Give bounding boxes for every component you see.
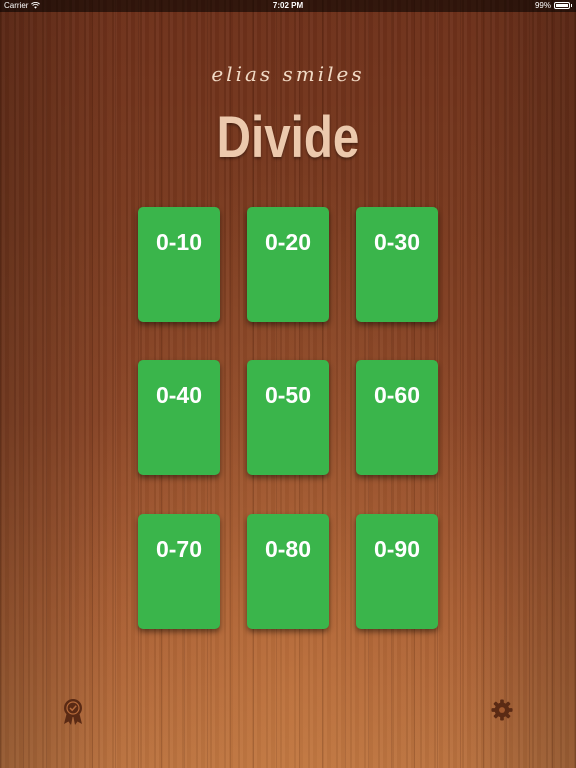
card-label: 0-50 (264, 382, 312, 408)
gear-icon[interactable] (491, 699, 513, 725)
card-label: 0-40 (155, 382, 203, 408)
card-label: 0-90 (373, 536, 421, 562)
status-time: 7:02 PM (272, 1, 304, 10)
range-card-0-30[interactable]: 0-30 (356, 207, 438, 322)
card-label: 0-60 (373, 382, 421, 408)
card-label: 0-10 (155, 229, 203, 255)
card-label: 0-20 (264, 229, 312, 255)
range-card-0-60[interactable]: 0-60 (356, 360, 438, 475)
range-card-0-70[interactable]: 0-70 (138, 514, 220, 629)
range-card-0-80[interactable]: 0-80 (247, 514, 329, 629)
range-card-0-10[interactable]: 0-10 (138, 207, 220, 322)
battery-percent: 99% (534, 1, 551, 10)
range-card-0-50[interactable]: 0-50 (247, 360, 329, 475)
battery-icon (554, 2, 570, 9)
card-label: 0-80 (264, 536, 312, 562)
award-ribbon-icon[interactable] (62, 698, 84, 730)
brand-logo: elias smiles (211, 62, 365, 86)
range-card-0-90[interactable]: 0-90 (356, 514, 438, 629)
page-title: Divide (216, 105, 360, 170)
range-card-0-40[interactable]: 0-40 (138, 360, 220, 475)
card-label: 0-30 (373, 229, 421, 255)
status-bar: Carrier 7:02 PM 99% (0, 0, 576, 12)
card-label: 0-70 (155, 536, 203, 562)
range-card-0-20[interactable]: 0-20 (247, 207, 329, 322)
